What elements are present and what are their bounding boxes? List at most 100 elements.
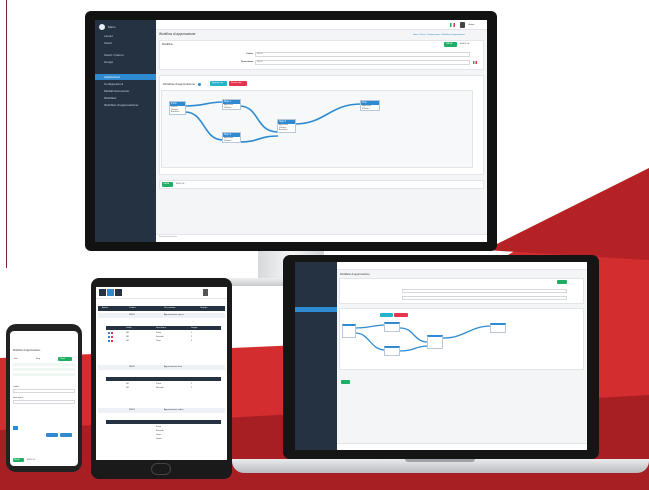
bottom-cancel-button[interactable]: ANNULLA [176,183,184,185]
tablet-cell: 1 [191,331,193,334]
laptop-node-step3[interactable] [427,335,443,349]
tablet-group-desc: Approvazione spese [164,313,184,316]
connector-4 [238,135,279,143]
tablet-subheader [106,377,221,381]
connector-5 [294,103,362,125]
laptop-footer [337,443,587,450]
tablet-cell: 2 [191,386,193,389]
node-row: Rifiutato [224,106,232,109]
tablet-cell: Quarto [156,437,162,440]
flow-node-inizio[interactable]: Inizio Inviato Rifiutato Annullato [169,101,186,115]
laptop-node-step2[interactable] [384,346,400,356]
node-row: Annullato [171,111,180,114]
connector-2 [184,111,224,141]
laptop-node-step1[interactable] [384,322,400,332]
tablet-col-descrizione: Descrizione [164,306,176,309]
delete-icon[interactable] [111,332,113,334]
tablet-screen: Azioni Codice Descrizione Gruppo WF01 Ap… [96,287,227,460]
tablet-sub-livello: Livello [126,326,132,329]
phone-list-row [13,373,75,376]
tablet-group-code: WF03 [129,408,135,411]
tablet-cell: Terzo [156,433,161,436]
node-row: Rifiutato [362,107,370,110]
monitor-screen: Mario Lavoro Utenti Utenti / Interno Gru… [95,20,487,242]
phone-title: Workflow di approvazione [13,349,41,352]
tablet-cell: Primo [156,425,161,428]
phone-codice-input[interactable] [13,389,75,393]
edit-icon[interactable] [108,336,110,338]
phone-cancel-button[interactable]: ANNULLA [27,459,35,461]
tablet-group-code: WF02 [129,365,135,368]
flow-node-fine[interactable]: Fine Approvato Rifiutato [360,100,380,111]
phone-tab-step[interactable]: Step [36,358,40,360]
phone-descrizione-input[interactable] [13,400,75,404]
tablet-cell: Secondo [156,429,164,432]
tablet-cell: GR [126,386,129,389]
tablet-cell: Primo [156,382,161,385]
phone-list-row [13,368,75,371]
flow-node-step2[interactable]: Step 2 Approvato Rifiutato [222,132,241,143]
laptop-node-fine[interactable] [490,323,506,333]
flow-node-step1[interactable]: Step 1 Approvato Rifiutato [222,99,241,110]
phone-field-descrizione-label: Descrizione [13,397,23,399]
edit-icon[interactable] [108,340,110,342]
phone-tab-dati[interactable]: Dati [14,358,17,360]
tablet-col-azioni: Azioni [102,306,108,309]
flow-node-step3[interactable]: Step 3 Approvato Rifiutato Annullato [277,119,296,133]
tablet-sub-descrizione: Descrizione [156,326,166,329]
tablet-cell: Terzo [156,339,161,342]
tablet-search-icon[interactable] [107,289,114,296]
delete-icon[interactable] [111,340,113,342]
tablet-group-row[interactable] [98,313,225,318]
tablet-group-desc: Approvazione ordini [164,408,184,411]
laptop-node-inizio[interactable] [342,324,356,338]
laptop-notch [405,459,475,462]
laptop-screen: Workflow di approvazione [295,262,587,450]
tablet-group-row[interactable] [98,408,225,413]
phone-field-codice-label: Codice [13,386,19,388]
tablet-cell: GR [126,339,129,342]
laptop-flow-connectors [354,324,492,352]
tablet-avatar-icon[interactable] [203,289,208,296]
tablet-cell: GR [126,331,129,334]
footer-bar [156,234,487,242]
phone-button-a[interactable] [46,433,58,437]
tablet-col-codice: Codice [129,306,136,309]
node-row: Annullato [279,129,288,132]
tablet-grid-icon[interactable] [115,289,122,296]
tablet-cell: Secondo [156,386,164,389]
delete-icon[interactable] [111,336,113,338]
red-band-dark [485,168,649,260]
bottom-bar [159,180,484,189]
tablet-group-row[interactable] [98,365,225,370]
tablet-cell: 1 [191,382,193,385]
connector-1 [184,101,224,107]
node-row: Rifiutato [224,139,232,142]
tablet-home-button[interactable] [151,463,171,475]
phone-toggle[interactable] [13,426,18,430]
connector-3 [238,105,279,133]
tablet-group-code: WF01 [129,313,135,316]
tablet-cell: GR [126,335,129,338]
phone-list-row [13,363,75,366]
bottom-save-label: SALVA [163,182,170,185]
tablet-sub-gruppo: Gruppo [191,326,198,329]
footer-text: Powered by Iterazione [159,236,177,238]
tablet-cell: 3 [191,339,193,342]
tablet-cell: GR [126,382,129,385]
tablet-menu-icon[interactable] [99,289,106,296]
tablet-col-gruppo: Gruppo [200,306,208,309]
tablet-subheader [106,420,221,424]
phone-screen: Workflow di approvazione Dati Step Utent… [10,331,78,466]
promo-stage: Mario Lavoro Utenti Utenti / Interno Gru… [0,0,649,490]
phone-tab-utenti: Utenti [60,357,65,360]
tablet-cell: Primo [156,331,161,334]
tablet-group-desc: Approvazione ferie [164,365,183,368]
left-divider [6,0,7,268]
laptop-bottom-save[interactable] [341,380,350,384]
phone-button-b[interactable] [60,433,72,437]
tablet-cell: 2 [191,335,193,338]
tablet-cell: Secondo [156,335,164,338]
phone-save-label: SALVA [14,458,20,461]
edit-icon[interactable] [108,332,110,334]
